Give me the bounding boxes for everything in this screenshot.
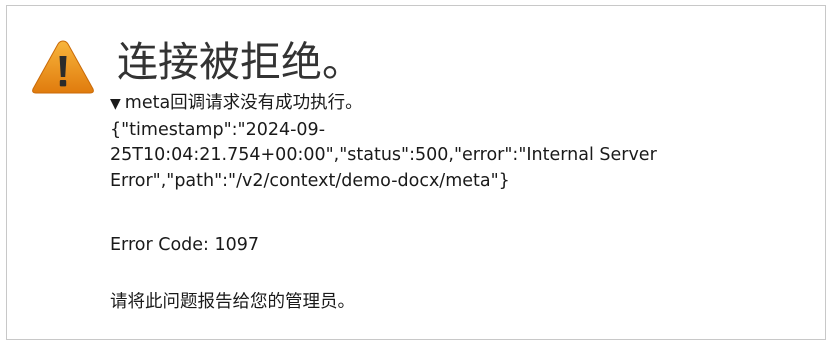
details-body: {"timestamp":"2024-09- 25T10:04:21.754+0… bbox=[110, 118, 700, 195]
details-summary-text: meta回调请求没有成功执行。 bbox=[124, 93, 363, 113]
details-toggle[interactable]: ▼ meta回调请求没有成功执行。 bbox=[110, 91, 700, 118]
details-line: {"timestamp":"2024-09- bbox=[110, 119, 326, 140]
page-title: 连接被拒绝。 bbox=[117, 38, 363, 86]
warning-icon bbox=[32, 40, 94, 94]
details-line: 25T10:04:21.754+00:00","status":500,"err… bbox=[110, 145, 657, 165]
expand-triangle-icon[interactable]: ▼ bbox=[110, 92, 121, 118]
admin-note: 请将此问题报告给您的管理员。 bbox=[110, 292, 355, 312]
error-details: ▼ meta回调请求没有成功执行。 {"timestamp":"2024-09- … bbox=[110, 91, 700, 194]
error-code: Error Code: 1097 bbox=[110, 235, 260, 255]
details-line: Error","path":"/v2/context/demo-docx/met… bbox=[110, 170, 510, 191]
